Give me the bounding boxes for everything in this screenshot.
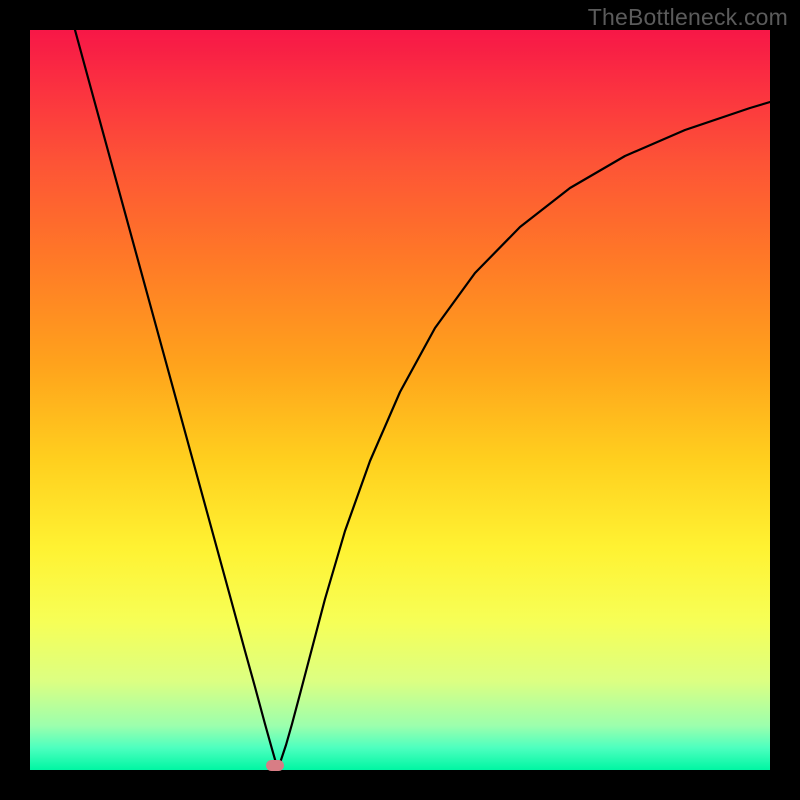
chart-frame: TheBottleneck.com: [0, 0, 800, 800]
watermark-text: TheBottleneck.com: [588, 4, 788, 31]
plot-area: [30, 30, 770, 770]
curve-svg: [30, 30, 770, 770]
minimum-marker: [266, 760, 284, 771]
bottleneck-curve: [75, 30, 770, 763]
